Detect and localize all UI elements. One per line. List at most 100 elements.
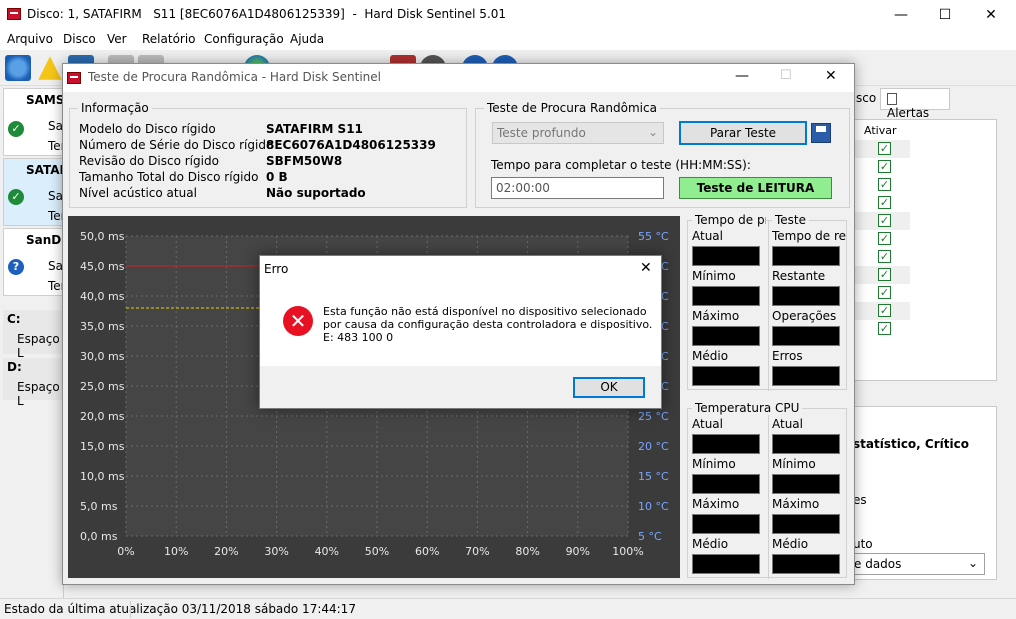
close-button[interactable]: ✕	[968, 0, 1014, 30]
disk-card-1[interactable]: SAMSU ✓ Saú Ter	[3, 88, 74, 156]
x-tick-label: 10%	[164, 545, 188, 558]
temp-tick-label: 25 °C	[638, 410, 669, 423]
disk-card-2[interactable]: SATAF ✓ Saú Ter	[3, 158, 71, 226]
info-value-serial: 8EC6076A1D4806125339	[266, 138, 436, 152]
menu-ver[interactable]: Ver	[107, 32, 127, 46]
test-type-select[interactable]: Teste profundo ⌄	[492, 122, 664, 144]
menu-disco[interactable]: Disco	[63, 32, 96, 46]
stat-label-current: Atual	[692, 229, 723, 243]
temp-tick-label: 10 °C	[638, 500, 669, 513]
y-tick-label: 20,0 ms	[80, 410, 125, 423]
y-tick-label: 15,0 ms	[80, 440, 125, 453]
alert-checkbox[interactable]: ✓	[878, 178, 891, 191]
volume-space: Espaço L	[17, 380, 60, 408]
alert-checkbox[interactable]: ✓	[878, 142, 891, 155]
volume-space: Espaço L	[17, 332, 60, 360]
info-label-size: Tamanho Total do Disco rígido	[79, 170, 259, 184]
dialog-maximize-button[interactable]: ☐	[780, 68, 792, 83]
document-icon	[887, 93, 897, 105]
stat-label-avg: Médio	[692, 349, 729, 363]
dialog-minimize-button[interactable]: —	[735, 68, 749, 84]
cpu-label-current: Atual	[772, 417, 803, 431]
maximize-button[interactable]: ☐	[922, 0, 968, 30]
cpu-value-avg	[772, 554, 840, 574]
x-tick-label: 40%	[315, 545, 339, 558]
error-icon: ✕	[283, 306, 313, 336]
volume-d[interactable]: D: Espaço L	[3, 358, 64, 408]
menu-ajuda[interactable]: Ajuda	[290, 32, 324, 46]
stat-value-current	[692, 246, 760, 266]
alert-checkbox[interactable]: ✓	[878, 232, 891, 245]
x-tick-label: 70%	[465, 545, 489, 558]
cpu-value-current	[772, 434, 840, 454]
menu-relatorio[interactable]: Relatório	[142, 32, 196, 46]
ok-button[interactable]: OK	[573, 377, 645, 398]
temp-tick-label: 20 °C	[638, 440, 669, 453]
y-tick-label: 35,0 ms	[80, 320, 125, 333]
info-group-label: Informação	[78, 101, 152, 115]
x-tick-label: 60%	[415, 545, 439, 558]
stats-divider	[768, 221, 769, 391]
alert-checkbox[interactable]: ✓	[878, 268, 891, 281]
alert-checkbox[interactable]: ✓	[878, 250, 891, 263]
tab-alertas[interactable]: Alertas	[880, 88, 950, 120]
temp-value-max	[692, 514, 760, 534]
info-value-model: SATAFIRM S11	[266, 122, 363, 136]
volume-name: C:	[7, 312, 21, 326]
status-divider	[130, 601, 131, 618]
info-label-model: Modelo do Disco rígido	[79, 122, 216, 136]
alert-checkbox[interactable]: ✓	[878, 304, 891, 317]
refresh-icon[interactable]	[5, 55, 31, 81]
dialog-close-button[interactable]: ✕	[825, 68, 837, 84]
ok-icon: ✓	[8, 189, 24, 205]
volume-c[interactable]: C: Espaço L	[3, 310, 64, 360]
stop-test-button[interactable]: Parar Teste	[679, 121, 807, 145]
disk-list-panel: SAMSU ✓ Saú Ter SATAF ✓ Saú Ter SanDis ?…	[0, 86, 74, 598]
alert-checkbox[interactable]: ✓	[878, 196, 891, 209]
y-tick-label: 10,0 ms	[80, 470, 125, 483]
data-combo[interactable]: e dados ⌄	[851, 553, 985, 575]
alert-checkbox[interactable]: ✓	[878, 214, 891, 227]
stat-label-clock: Tempo de reló	[772, 229, 846, 243]
temp-tick-label: 55 °C	[638, 230, 669, 243]
read-test-button[interactable]: Teste de LEITURA	[679, 177, 832, 199]
error-message-line-3: E: 483 100 0	[323, 331, 394, 344]
stat-label-operations: Operações	[772, 309, 837, 323]
x-tick-label: 100%	[612, 545, 643, 558]
error-dialog-body: Erro ✕ ✕ Esta função não está disponível…	[260, 256, 661, 366]
cpu-label-min: Mínimo	[772, 457, 816, 471]
stat-value-max	[692, 326, 760, 346]
status-text: Estado da última atualização 03/11/2018 …	[4, 602, 356, 616]
temp-label-current: Atual	[692, 417, 723, 431]
stat-label-max: Máximo	[692, 309, 740, 323]
stat-value-remaining	[772, 286, 840, 306]
warning-icon[interactable]	[38, 56, 62, 80]
error-close-button[interactable]: ✕	[640, 260, 652, 276]
alert-settings-box: statístico, Crítico es uto e dados ⌄	[851, 406, 997, 580]
alert-checkbox[interactable]: ✓	[878, 286, 891, 299]
alert-checkbox[interactable]: ✓	[878, 322, 891, 335]
temp-tick-label: 15 °C	[638, 470, 669, 483]
dialog-title-bar: Teste de Procura Randômica - Hard Disk S…	[63, 64, 854, 92]
minimize-button[interactable]: —	[878, 0, 924, 30]
data-combo-value: e dados	[854, 557, 902, 571]
app-icon	[7, 8, 21, 20]
y-tick-label: 45,0 ms	[80, 260, 125, 273]
stats-group-temp: Temperatura CPU Atual Mínimo Máximo Médi…	[687, 401, 847, 579]
cpu-value-min	[772, 474, 840, 494]
menu-configuracao[interactable]: Configuração	[204, 32, 284, 46]
alert-checkbox[interactable]: ✓	[878, 160, 891, 173]
cpu-label-avg: Médio	[772, 537, 809, 551]
temp-label-max: Máximo	[692, 497, 740, 511]
ok-icon: ✓	[8, 121, 24, 137]
menu-arquivo[interactable]: Arquivo	[7, 32, 53, 46]
stats-divider	[768, 409, 769, 579]
time-input[interactable]: 02:00:00	[491, 177, 664, 199]
disk-card-3[interactable]: SanDis ? Saú Ter	[3, 228, 73, 296]
info-group: Informação Modelo do Disco rígido SATAFI…	[69, 101, 467, 208]
menu-bar: Arquivo Disco Ver Relatório Configuração…	[0, 30, 1016, 50]
save-icon[interactable]	[811, 123, 831, 143]
test-type-value: Teste profundo	[497, 126, 586, 140]
y-tick-label: 30,0 ms	[80, 350, 125, 363]
x-tick-label: 80%	[515, 545, 539, 558]
